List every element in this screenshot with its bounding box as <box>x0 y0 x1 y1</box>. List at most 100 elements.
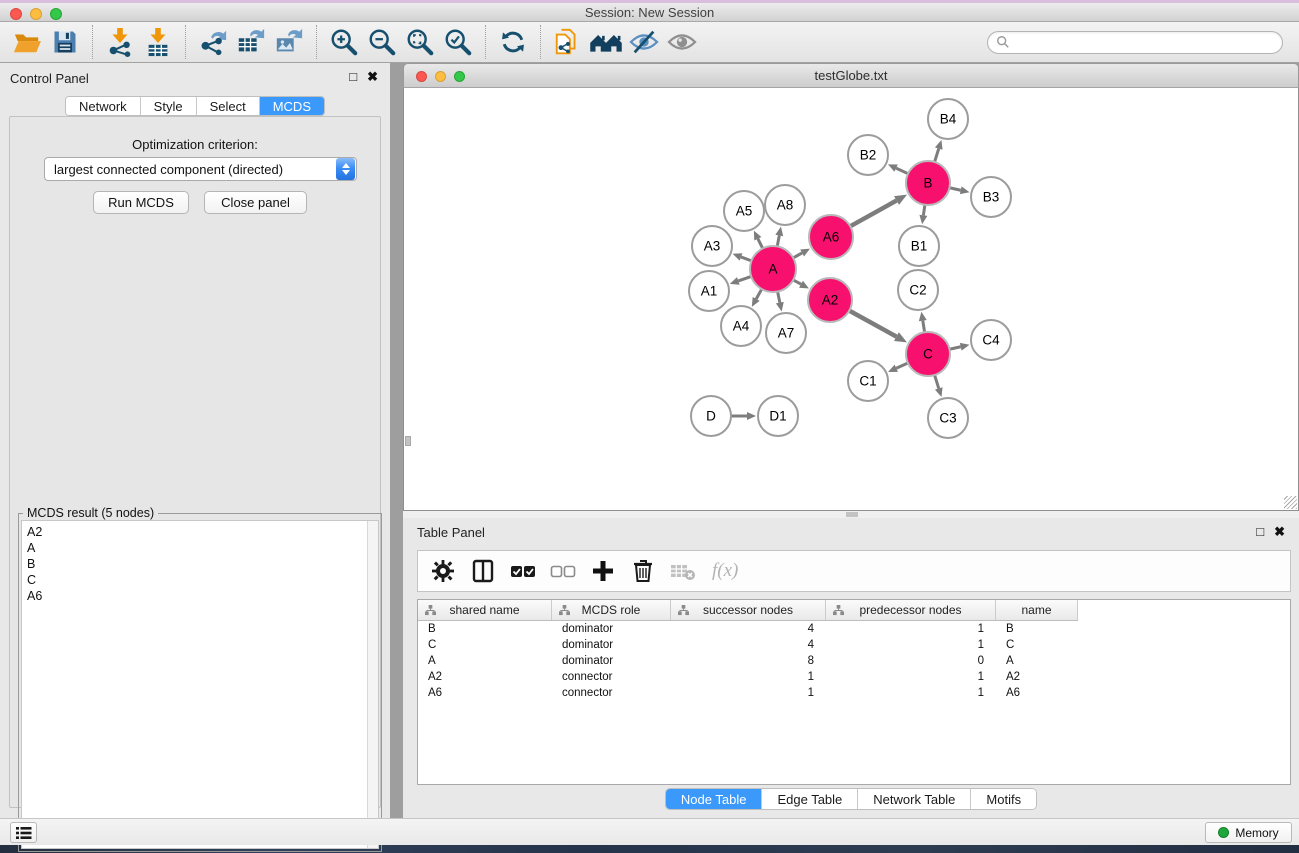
column-header-name[interactable]: name <box>996 600 1078 620</box>
mcds-result-item[interactable]: A6 <box>27 588 378 604</box>
zoom-network-button[interactable] <box>454 71 465 82</box>
graph-edge-A-A7[interactable] <box>776 292 784 312</box>
close-panel-icon[interactable]: ✖ <box>1274 525 1285 539</box>
delete-table-icon[interactable] <box>670 558 696 584</box>
minimize-window-button[interactable] <box>30 8 42 20</box>
graph-edge-A-A5[interactable] <box>754 231 763 249</box>
graph-node-A5[interactable]: A5 <box>724 191 764 231</box>
graph-edge-C-C3[interactable] <box>935 375 943 397</box>
select-all-icon[interactable] <box>510 558 536 584</box>
run-mcds-button[interactable]: Run MCDS <box>93 191 189 214</box>
refresh-view-icon[interactable] <box>496 26 530 58</box>
table-row[interactable]: A6connector11A6 <box>418 685 1290 701</box>
graph-edge-A-A4[interactable] <box>752 289 762 307</box>
canvas-horizontal-scroll-thumb[interactable] <box>846 512 858 517</box>
close-panel-icon[interactable]: ✖ <box>367 70 378 84</box>
zoom-fit-icon[interactable] <box>403 26 437 58</box>
graph-edge-B-B2[interactable] <box>888 164 908 173</box>
graph-edge-B-B1[interactable] <box>919 205 927 224</box>
tab-style[interactable]: Style <box>141 97 197 115</box>
graph-node-B3[interactable]: B3 <box>971 177 1011 217</box>
close-window-button[interactable] <box>10 8 22 20</box>
zoom-window-button[interactable] <box>50 8 62 20</box>
tab-select[interactable]: Select <box>197 97 260 115</box>
delete-column-trash-icon[interactable] <box>630 558 656 584</box>
memory-button[interactable]: Memory <box>1205 822 1292 843</box>
close-network-button[interactable] <box>416 71 427 82</box>
import-network-icon[interactable] <box>103 26 137 58</box>
graph-node-A8[interactable]: A8 <box>765 185 805 225</box>
graph-node-D[interactable]: D <box>691 396 731 436</box>
graph-node-A3[interactable]: A3 <box>692 226 732 266</box>
add-column-icon[interactable] <box>590 558 616 584</box>
graph-node-B1[interactable]: B1 <box>899 226 939 266</box>
search-input[interactable] <box>1010 35 1274 49</box>
graph-node-B4[interactable]: B4 <box>928 99 968 139</box>
graph-node-A6[interactable]: A6 <box>809 215 853 259</box>
tab-mcds[interactable]: MCDS <box>260 97 324 115</box>
graph-edge-A-A3[interactable] <box>733 253 752 261</box>
tab-node-table[interactable]: Node Table <box>666 789 763 809</box>
canvas-horizontal-scrollbar[interactable] <box>403 511 1299 518</box>
graph-edge-A6-B[interactable] <box>850 195 907 227</box>
apply-style-icon[interactable] <box>551 26 585 58</box>
mcds-result-item[interactable]: B <box>27 556 378 572</box>
graph-edge-A2-C[interactable] <box>849 311 907 343</box>
graph-edge-A-A1[interactable] <box>730 276 751 284</box>
graph-node-C2[interactable]: C2 <box>898 270 938 310</box>
mcds-result-item[interactable]: A2 <box>27 524 378 540</box>
table-options-gear-icon[interactable] <box>430 558 456 584</box>
graph-edge-C-C4[interactable] <box>949 343 969 351</box>
graph-edge-A-A8[interactable] <box>775 227 783 247</box>
mcds-result-item[interactable]: A <box>27 540 378 556</box>
criterion-dropdown[interactable]: largest connected component (directed) <box>44 157 357 181</box>
graph-node-B[interactable]: B <box>906 161 950 205</box>
canvas-vertical-scroll-thumb[interactable] <box>405 436 411 446</box>
window-resize-grip[interactable] <box>1284 496 1297 509</box>
mcds-result-list[interactable]: A2ABCA6 <box>21 520 379 849</box>
function-builder-icon[interactable]: f(x) <box>712 560 738 582</box>
graph-node-C1[interactable]: C1 <box>848 361 888 401</box>
save-session-icon[interactable] <box>48 26 82 58</box>
network-window-titlebar[interactable]: testGlobe.txt <box>403 63 1299 88</box>
deselect-all-icon[interactable] <box>550 558 576 584</box>
graph-node-D1[interactable]: D1 <box>758 396 798 436</box>
zoom-selected-icon[interactable] <box>441 26 475 58</box>
tab-edge-table[interactable]: Edge Table <box>762 789 858 809</box>
mcds-result-item[interactable]: C <box>27 572 378 588</box>
hide-selected-eye-icon[interactable] <box>627 26 661 58</box>
graph-node-B2[interactable]: B2 <box>848 135 888 175</box>
graph-edge-A-A2[interactable] <box>793 280 809 289</box>
list-scrollbar[interactable] <box>367 521 378 848</box>
graph-edge-C-C1[interactable] <box>888 363 908 372</box>
table-row[interactable]: Adominator80A <box>418 653 1290 669</box>
graph-node-A1[interactable]: A1 <box>689 271 729 311</box>
graph-node-A4[interactable]: A4 <box>721 306 761 346</box>
graph-node-C[interactable]: C <box>906 332 950 376</box>
close-panel-button[interactable]: Close panel <box>204 191 307 214</box>
tab-network[interactable]: Network <box>66 97 141 115</box>
graph-edge-A-A6[interactable] <box>793 249 810 258</box>
table-row[interactable]: Cdominator41C <box>418 637 1290 653</box>
search-field[interactable] <box>987 31 1283 54</box>
zoom-out-icon[interactable] <box>365 26 399 58</box>
open-file-icon[interactable] <box>10 26 44 58</box>
table-row[interactable]: A2connector11A2 <box>418 669 1290 685</box>
export-image-icon[interactable] <box>272 26 306 58</box>
table-row[interactable]: Bdominator41B <box>418 621 1290 637</box>
zoom-in-icon[interactable] <box>327 26 361 58</box>
minimize-network-button[interactable] <box>435 71 446 82</box>
export-table-icon[interactable] <box>234 26 268 58</box>
graph-node-A7[interactable]: A7 <box>766 313 806 353</box>
tab-network-table[interactable]: Network Table <box>858 789 971 809</box>
import-table-icon[interactable] <box>141 26 175 58</box>
graph-node-A[interactable]: A <box>750 246 796 292</box>
tab-motifs[interactable]: Motifs <box>971 789 1036 809</box>
first-neighbors-icon[interactable] <box>589 26 623 58</box>
graph-edge-B-B3[interactable] <box>949 186 969 194</box>
column-header-predecessor-nodes[interactable]: predecessor nodes <box>826 600 996 620</box>
graph-node-C4[interactable]: C4 <box>971 320 1011 360</box>
export-network-icon[interactable] <box>196 26 230 58</box>
graph-edge-C-C2[interactable] <box>919 312 927 333</box>
graph-edge-D-D1[interactable] <box>731 412 756 420</box>
